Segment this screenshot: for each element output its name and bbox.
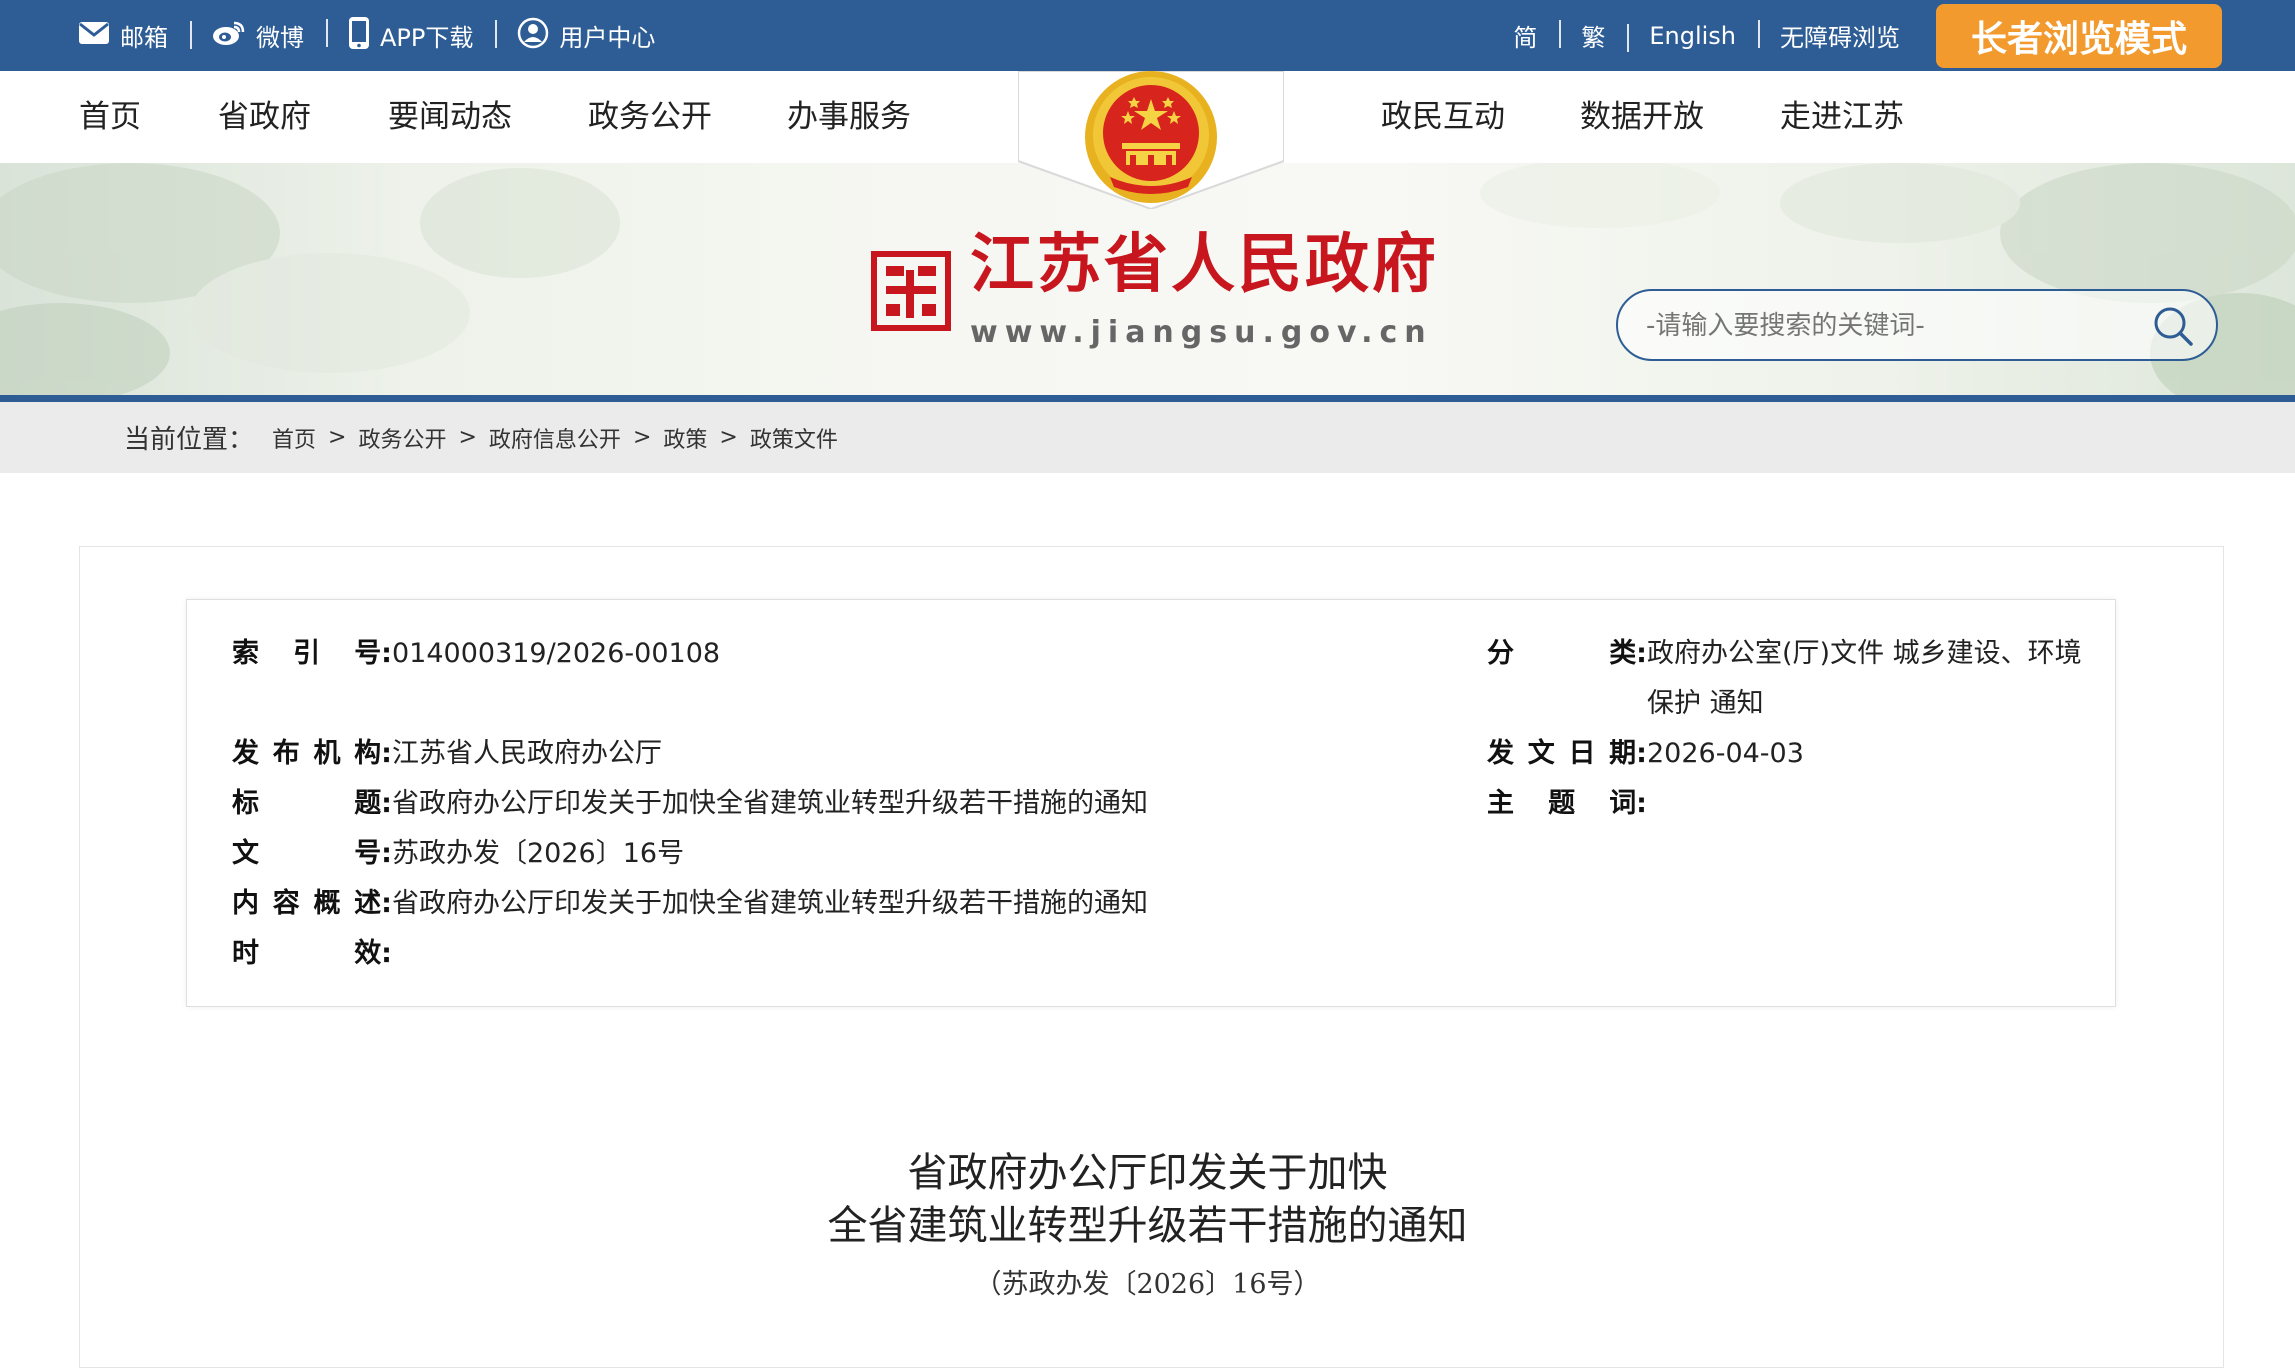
meta-label: 主题词: [1487, 788, 1647, 819]
meta-value: 政府办公室(厅)文件 城乡建设、环境 [1647, 638, 2082, 669]
nav-government-affairs[interactable]: 政务公开 [588, 71, 712, 163]
top-utility-bar: 邮箱 微博 APP下载 用户中心 简 繁 English 无障碍浏览 长者浏览模… [0, 0, 2295, 71]
national-emblem-icon [1085, 71, 1217, 203]
national-emblem-tab[interactable] [1017, 70, 1285, 211]
meta-title: 标题: 省政府办公厅印发关于加快全省建筑业转型升级若干措施的通知 [232, 779, 1148, 829]
meta-value: 2026-04-03 [1647, 738, 1804, 769]
top-right-links: 简 繁 English 无障碍浏览 长者浏览模式 [1491, 0, 2295, 71]
mail-label: 邮箱 [120, 24, 168, 52]
meta-label: 标题: [232, 788, 392, 819]
site-name: 江苏省人民政府 [970, 227, 1439, 302]
nav-home[interactable]: 首页 [79, 71, 141, 163]
breadcrumb-separator: > [719, 425, 738, 450]
meta-value: 省政府办公厅印发关于加快全省建筑业转型升级若干措施的通知 [392, 888, 1148, 919]
breadcrumb-policy[interactable]: 政策 [663, 422, 707, 454]
simplified-chinese-link[interactable]: 简 [1491, 18, 1559, 53]
breadcrumb-separator: > [328, 425, 347, 450]
meta-value: 省政府办公厅印发关于加快全省建筑业转型升级若干措施的通知 [392, 788, 1148, 819]
meta-publisher: 发布机构: 江苏省人民政府办公厅 [232, 729, 662, 779]
breadcrumb-policy-documents[interactable]: 政策文件 [750, 422, 838, 454]
meta-label: 发文日期: [1487, 738, 1647, 769]
weibo-link[interactable]: 微博 [190, 18, 326, 53]
app-download-label: APP下载 [380, 24, 474, 52]
meta-category: 分类: 政府办公室(厅)文件 城乡建设、环境 保护 通知 [1487, 629, 2082, 729]
accessibility-link[interactable]: 无障碍浏览 [1758, 18, 1922, 53]
breadcrumb-government-affairs[interactable]: 政务公开 [358, 422, 446, 454]
jiangsu-seal-icon [871, 251, 951, 331]
nav-open-data[interactable]: 数据开放 [1580, 71, 1704, 163]
phone-icon [348, 16, 370, 56]
document-metadata-box: 索引号: 014000319/2026-00108 发布机构: 江苏省人民政府办… [186, 599, 2116, 1007]
meta-date: 发文日期: 2026-04-03 [1487, 729, 1804, 779]
user-center-link[interactable]: 用户中心 [495, 17, 677, 55]
site-logo[interactable]: 江苏省人民政府 www.jiangsu.gov.cn [870, 231, 1439, 351]
user-icon [517, 17, 549, 55]
breadcrumb-home[interactable]: 首页 [272, 422, 316, 454]
breadcrumb-separator: > [632, 425, 652, 450]
meta-label: 内容概述: [232, 888, 392, 919]
weibo-icon [212, 20, 246, 52]
banner-divider [0, 395, 2295, 402]
english-link[interactable]: English [1627, 22, 1758, 52]
meta-index-no: 索引号: 014000319/2026-00108 [232, 629, 720, 679]
document-number: （苏政办发〔2026〕16号） [974, 1269, 1321, 1300]
meta-value: 苏政办发〔2026〕16号 [392, 838, 685, 869]
meta-label: 索引号: [232, 638, 392, 669]
breadcrumb-bar: 当前位置： 首页 > 政务公开 > 政府信息公开 > 政策 > 政策文件 [0, 402, 2295, 473]
meta-subject: 主题词: [1487, 779, 1647, 829]
breadcrumb-separator: > [458, 425, 477, 450]
breadcrumb-info-disclosure[interactable]: 政府信息公开 [489, 422, 621, 454]
nav-news[interactable]: 要闻动态 [388, 71, 512, 163]
meta-summary: 内容概述: 省政府办公厅印发关于加快全省建筑业转型升级若干措施的通知 [232, 879, 1148, 929]
mail-icon [78, 21, 110, 51]
document-title-line-2: 全省建筑业转型升级若干措施的通知 [827, 1203, 1468, 1249]
nav-services[interactable]: 办事服务 [787, 71, 911, 163]
nav-about-jiangsu[interactable]: 走进江苏 [1780, 71, 1904, 163]
mail-link[interactable]: 邮箱 [78, 18, 190, 53]
meta-value: 江苏省人民政府办公厅 [392, 738, 662, 769]
elder-mode-button[interactable]: 长者浏览模式 [1936, 3, 2222, 68]
search-input[interactable] [1644, 291, 2148, 361]
site-url: www.jiangsu.gov.cn [970, 314, 1433, 350]
meta-label: 发布机构: [232, 738, 392, 769]
breadcrumb-label: 当前位置： [124, 425, 255, 455]
user-center-label: 用户中心 [559, 24, 656, 52]
meta-value: 保护 通知 [1647, 688, 1764, 719]
breadcrumb: 当前位置： 首页 > 政务公开 > 政府信息公开 > 政策 > 政策文件 [124, 402, 838, 473]
traditional-chinese-link[interactable]: 繁 [1559, 18, 1627, 53]
app-download-link[interactable]: APP下载 [326, 16, 495, 56]
document-title-line-1: 省政府办公厅印发关于加快 [907, 1150, 1388, 1196]
meta-label: 分类: [1487, 638, 1647, 669]
weibo-label: 微博 [256, 24, 304, 52]
meta-label: 时效: [232, 938, 392, 969]
meta-validity: 时效: [232, 929, 392, 979]
top-left-links: 邮箱 微博 APP下载 用户中心 [78, 0, 677, 71]
nav-interaction[interactable]: 政民互动 [1381, 71, 1505, 163]
search-icon[interactable] [2152, 305, 2194, 347]
search-box [1616, 289, 2218, 361]
nav-provincial-government[interactable]: 省政府 [218, 71, 311, 163]
meta-value: 014000319/2026-00108 [392, 638, 721, 669]
meta-doc-no: 文号: 苏政办发〔2026〕16号 [232, 829, 684, 879]
meta-label: 文号: [232, 838, 392, 869]
